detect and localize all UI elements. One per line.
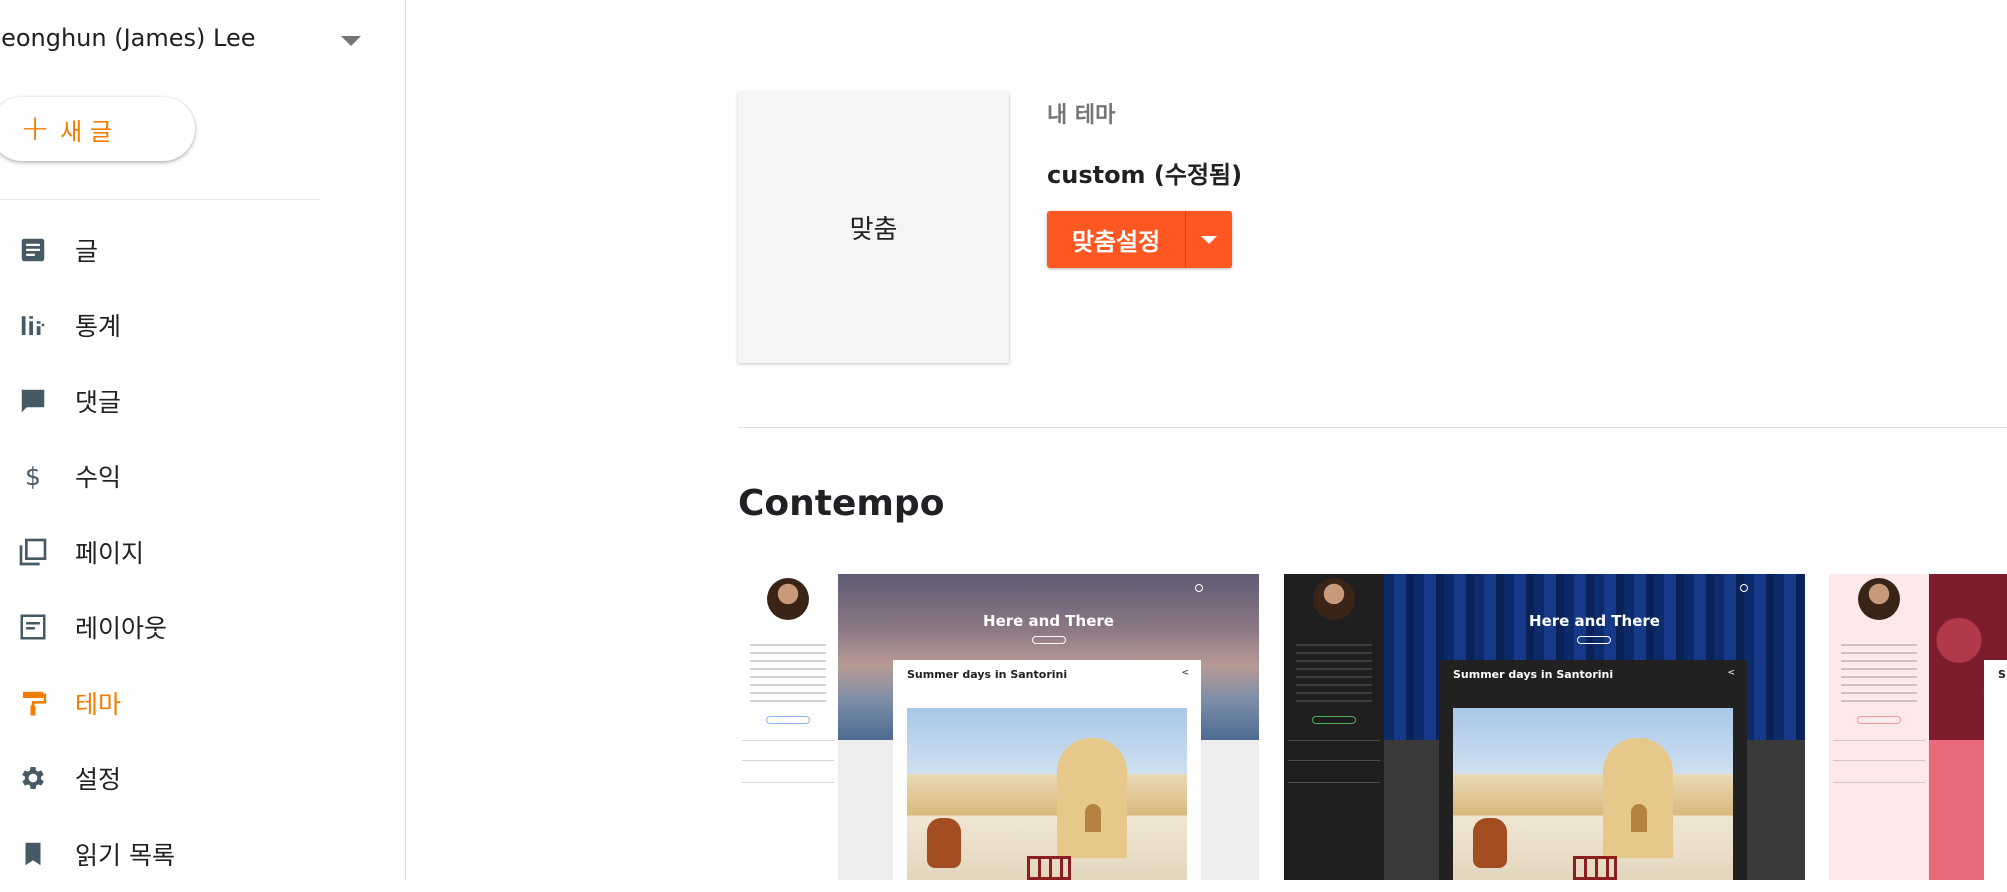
customize-dropdown-button[interactable] [1185,211,1232,268]
preview-post: Summer days in Santorini < [1439,660,1747,880]
stats-icon [16,308,50,342]
svg-text:$: $ [25,462,41,491]
main-content: 맞춤 내 테마 custom (수정됨) 맞춤설정 Contempo Here … [407,0,2007,880]
preview-post: Summer days in Santorini < [893,660,1201,880]
new-post-label: 새 글 [60,112,112,147]
theme-card-contempo-pink[interactable]: S [1829,574,2007,880]
preview-post-title: Summer days in Santorini [1453,668,1613,681]
preview-sidebar [738,574,838,880]
share-icon: < [1727,668,1735,678]
dollar-icon: $ [16,459,50,493]
new-post-button[interactable]: + 새 글 [0,97,195,161]
sidebar-item-label: 통계 [75,307,121,343]
sidebar-item-label: 레이아웃 [75,609,167,645]
sidebar-item-reading-list[interactable]: 읽기 목록 [0,816,406,892]
bookmark-icon [16,837,50,871]
chevron-down-icon [1201,236,1217,244]
sidebar-item-label: 페이지 [75,534,144,570]
sidebar-item-label: 댓글 [75,383,121,419]
sidebar-item-earnings[interactable]: $ 수익 [0,439,406,515]
section-divider [738,427,2007,428]
sidebar-item-posts[interactable]: 글 [0,212,406,288]
customize-button[interactable]: 맞춤설정 [1047,211,1185,268]
theme-family-title: Contempo [738,483,944,524]
share-icon: < [1181,668,1189,678]
sidebar: Jeonghun (James) Lee + 새 글 글 통계 댓글 $ [0,0,406,880]
customize-split-button: 맞춤설정 [1047,211,1232,268]
sidebar-item-comments[interactable]: 댓글 [0,363,406,439]
layout-icon [16,610,50,644]
account-dropdown-icon[interactable] [341,36,361,46]
plus-icon: + [20,111,50,147]
preview-blog-title: Here and There [838,612,1259,630]
paint-roller-icon [16,686,50,720]
preview-sidebar [1284,574,1384,880]
theme-card-contempo-dark[interactable]: Here and There Summer days in Santorini … [1284,574,1805,880]
sidebar-item-label: 수익 [75,458,121,494]
sidebar-item-label: 테마 [75,685,121,721]
preview-post-title: S [1998,668,2006,681]
current-theme-name: custom (수정됨) [1047,155,1242,190]
current-theme-thumbnail[interactable]: 맞춤 [738,92,1009,363]
sidebar-nav: 글 통계 댓글 $ 수익 페이지 [0,212,406,892]
preview-post-title: Summer days in Santorini [907,668,1067,681]
gear-icon [16,761,50,795]
preview-avatar [1313,578,1355,620]
preview-sidebar [1829,574,1929,880]
comments-icon [16,384,50,418]
account-name[interactable]: Jeonghun (James) Lee [0,24,256,52]
preview-avatar [767,578,809,620]
sidebar-item-layout[interactable]: 레이아웃 [0,590,406,666]
sidebar-divider [0,199,320,200]
preview-post: S [1984,660,2007,880]
pages-icon [16,535,50,569]
preview-photo [1453,708,1733,880]
sidebar-item-label: 설정 [75,760,121,796]
my-theme-heading: 내 테마 [1047,97,1115,129]
sidebar-item-pages[interactable]: 페이지 [0,514,406,590]
sidebar-item-settings[interactable]: 설정 [0,741,406,817]
posts-icon [16,233,50,267]
theme-card-contempo-light[interactable]: Here and There Summer days in Santorini … [738,574,1259,880]
sidebar-item-theme[interactable]: 테마 [0,665,406,741]
sidebar-item-label: 읽기 목록 [75,836,175,872]
preview-avatar [1858,578,1900,620]
sidebar-item-label: 글 [75,232,98,268]
preview-photo [907,708,1187,880]
sidebar-item-stats[interactable]: 통계 [0,288,406,364]
preview-blog-title: Here and There [1384,612,1805,630]
